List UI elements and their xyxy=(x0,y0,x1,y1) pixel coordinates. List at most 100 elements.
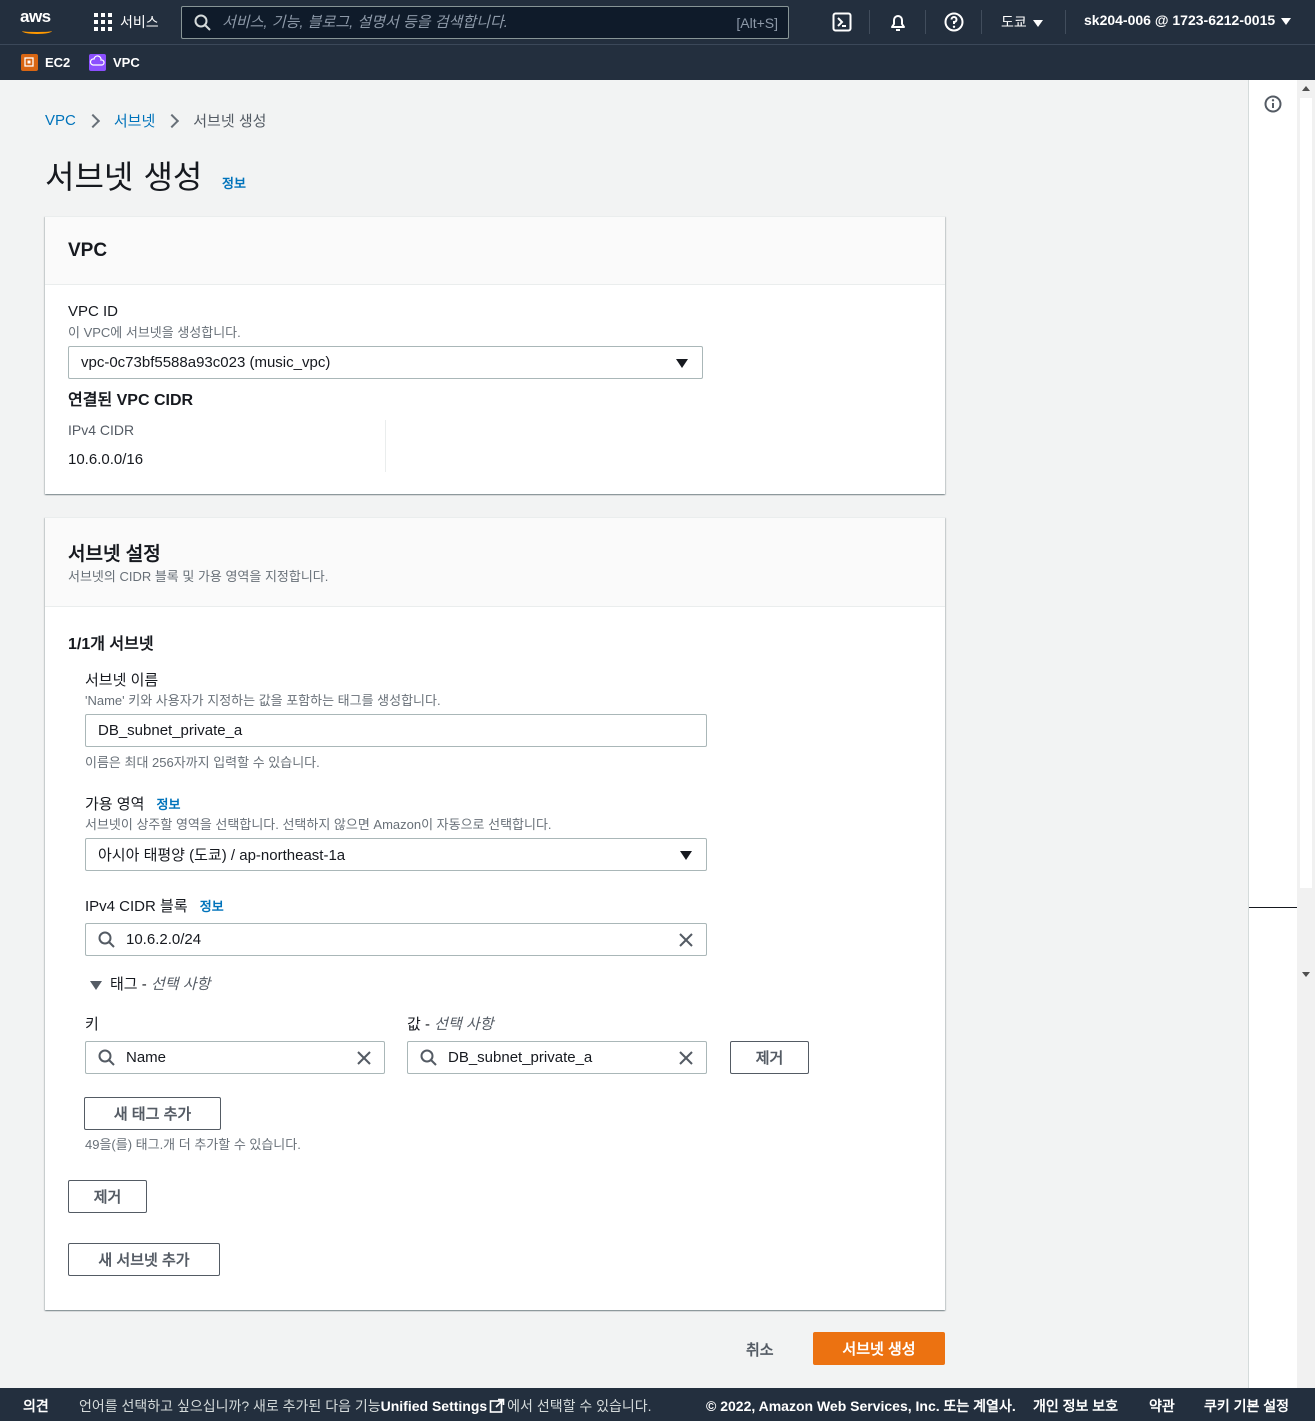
cancel-button[interactable]: 취소 xyxy=(746,1339,774,1360)
services-label: 서비스 xyxy=(120,14,159,30)
breadcrumb: VPC 서브넷 서브넷 생성 xyxy=(45,110,266,131)
scroll-up-icon[interactable] xyxy=(1302,86,1310,91)
subnet-settings-description: 서브넷의 CIDR 블록 및 가용 영역을 지정합니다. xyxy=(68,569,329,584)
column-divider xyxy=(385,420,386,472)
caret-down-icon xyxy=(680,851,692,860)
ipv4-cidr-block-label: IPv4 CIDR 블록 정보 xyxy=(85,895,224,916)
page-title: 서브넷 생성 xyxy=(45,158,203,196)
subnet-name-constraint: 이름은 최대 256자까지 입력할 수 있습니다. xyxy=(85,755,320,770)
tag-value-optional: 선택 사항 xyxy=(434,1016,494,1033)
subnet-name-value: DB_subnet_private_a xyxy=(98,722,243,739)
search-icon xyxy=(420,1049,438,1067)
info-circle-icon[interactable] xyxy=(1264,95,1282,113)
nav-divider xyxy=(981,10,982,34)
ipv4-cidr-block-info-link[interactable]: 정보 xyxy=(200,899,224,914)
unified-settings-link[interactable]: Unified Settings xyxy=(381,1398,488,1414)
scroll-down-icon[interactable] xyxy=(1302,972,1310,977)
clear-icon[interactable] xyxy=(678,932,694,948)
aws-logo[interactable]: aws xyxy=(20,8,60,36)
tag-value-input[interactable]: DB_subnet_private_a xyxy=(407,1041,707,1074)
chevron-right-icon xyxy=(85,113,100,128)
create-subnet-button[interactable]: 서브넷 생성 xyxy=(813,1332,945,1365)
vpc-container: VPC VPC ID 이 VPC에 서브넷을 생성합니다. vpc-0c73bf… xyxy=(45,216,945,494)
language-message: 언어를 선택하고 싶으십니까? 새로 추가된 다음 기능Unified Sett… xyxy=(79,1396,652,1416)
breadcrumb-current: 서브넷 생성 xyxy=(193,113,267,130)
feedback-link[interactable]: 의견 xyxy=(23,1396,49,1416)
availability-zone-label: 가용 영역 정보 xyxy=(85,793,180,814)
subnet-settings-title: 서브넷 설정 xyxy=(68,544,161,565)
clear-icon[interactable] xyxy=(678,1050,694,1066)
add-tag-button[interactable]: 새 태그 추가 xyxy=(84,1097,221,1130)
favorite-label: EC2 xyxy=(45,55,71,70)
clear-icon[interactable] xyxy=(356,1050,372,1066)
tag-value-value: DB_subnet_private_a xyxy=(448,1049,593,1066)
panel-divider xyxy=(1249,907,1298,908)
remove-tag-button[interactable]: 제거 xyxy=(730,1041,809,1074)
ipv4-cidr-value: 10.6.0.0/16 xyxy=(68,451,144,468)
tag-key-input[interactable]: Name xyxy=(85,1041,385,1074)
chevron-right-icon xyxy=(165,113,180,128)
caret-down-icon xyxy=(1032,19,1043,27)
region-label: 도쿄 xyxy=(1001,14,1027,30)
privacy-link[interactable]: 개인 정보 보호 xyxy=(1033,1396,1118,1416)
global-search[interactable]: [Alt+S] xyxy=(181,6,789,39)
search-shortcut: [Alt+S] xyxy=(736,14,778,31)
ipv4-cidr-block-value: 10.6.2.0/24 xyxy=(126,931,202,948)
search-icon xyxy=(194,14,212,32)
favorite-label: VPC xyxy=(113,55,140,70)
ipv4-cidr-label: IPv4 CIDR xyxy=(68,422,135,438)
tag-limit-text: 49을(를) 태그.개 더 추가할 수 있습니다. xyxy=(85,1137,301,1152)
availability-zone-description: 서브넷이 상주할 영역을 선택합니다. 선택하지 않으면 Amazon이 자동으… xyxy=(85,817,552,832)
vpc-id-select[interactable]: vpc-0c73bf5588a93c023 (music_vpc) xyxy=(68,346,703,379)
subnet-count-heading: 1/1개 서브넷 xyxy=(68,636,154,653)
top-navigation: aws 서비스 [Alt+S] 도쿄 sk204-006 @ 1723-6212… xyxy=(0,0,1315,44)
tags-toggle[interactable]: 태그 - 선택 사항 xyxy=(90,973,210,994)
terms-link[interactable]: 약관 xyxy=(1149,1396,1175,1416)
services-menu-button[interactable]: 서비스 xyxy=(94,12,159,32)
grid-icon xyxy=(94,13,112,31)
tools-panel xyxy=(1248,80,1298,1388)
scroll-thumb[interactable] xyxy=(1300,98,1312,888)
availability-zone-value: 아시아 태평양 (도쿄) / ap-northeast-1a xyxy=(98,847,346,864)
associated-cidr-heading: 연결된 VPC CIDR xyxy=(68,392,194,409)
nav-divider xyxy=(1065,10,1066,34)
caret-down-icon xyxy=(676,359,688,368)
nav-divider xyxy=(925,10,926,34)
subnet-settings-header: 서브넷 설정 서브넷의 CIDR 블록 및 가용 영역을 지정합니다. xyxy=(45,518,945,607)
region-selector[interactable]: 도쿄 xyxy=(1001,12,1043,32)
favorite-ec2[interactable]: EC2 xyxy=(21,54,70,71)
favorites-bar: EC2 VPC xyxy=(0,44,1315,80)
breadcrumb-subnets[interactable]: 서브넷 xyxy=(114,110,155,131)
language-prefix: 언어를 선택하고 싶으십니까? 새로 추가된 다음 기능 xyxy=(79,1398,381,1414)
ec2-icon xyxy=(21,54,38,71)
vpc-section-title: VPC xyxy=(68,240,108,261)
cookie-preferences-link[interactable]: 쿠키 기본 설정 xyxy=(1204,1396,1289,1416)
bell-icon[interactable] xyxy=(888,12,908,32)
search-input[interactable] xyxy=(222,14,702,31)
remove-subnet-button[interactable]: 제거 xyxy=(68,1180,147,1213)
tag-key-value: Name xyxy=(126,1049,167,1066)
add-subnet-button[interactable]: 새 서브넷 추가 xyxy=(68,1243,220,1276)
footer: 의견 언어를 선택하고 싶으십니까? 새로 추가된 다음 기능Unified S… xyxy=(0,1388,1315,1421)
ipv4-cidr-block-input[interactable]: 10.6.2.0/24 xyxy=(85,923,707,956)
account-label: sk204-006 @ 1723-6212-0015 xyxy=(1084,12,1276,28)
favorite-vpc[interactable]: VPC xyxy=(89,54,140,71)
account-menu[interactable]: sk204-006 @ 1723-6212-0015 xyxy=(1084,12,1292,28)
subnet-name-input[interactable]: DB_subnet_private_a xyxy=(85,714,707,747)
caret-down-icon xyxy=(90,980,102,990)
copyright-text: © 2022, Amazon Web Services, Inc. 또는 계열사… xyxy=(706,1398,1016,1414)
subnet-settings-container: 서브넷 설정 서브넷의 CIDR 블록 및 가용 영역을 지정합니다. 1/1개… xyxy=(45,517,945,1310)
help-icon[interactable] xyxy=(944,12,964,32)
breadcrumb-vpc[interactable]: VPC xyxy=(45,112,76,129)
aws-logo-text: aws xyxy=(20,7,51,26)
availability-zone-info-link[interactable]: 정보 xyxy=(157,797,181,812)
cloudshell-icon[interactable] xyxy=(832,12,852,32)
availability-zone-select[interactable]: 아시아 태평양 (도쿄) / ap-northeast-1a xyxy=(85,838,707,871)
subnet-name-label: 서브넷 이름 xyxy=(85,672,159,689)
external-link-icon xyxy=(489,1398,505,1413)
page-info-link[interactable]: 정보 xyxy=(222,173,246,192)
language-suffix: 에서 선택할 수 있습니다. xyxy=(507,1398,652,1414)
page-scrollbar[interactable] xyxy=(1297,80,1315,1388)
search-icon xyxy=(98,1049,116,1067)
vpc-icon xyxy=(89,54,106,71)
